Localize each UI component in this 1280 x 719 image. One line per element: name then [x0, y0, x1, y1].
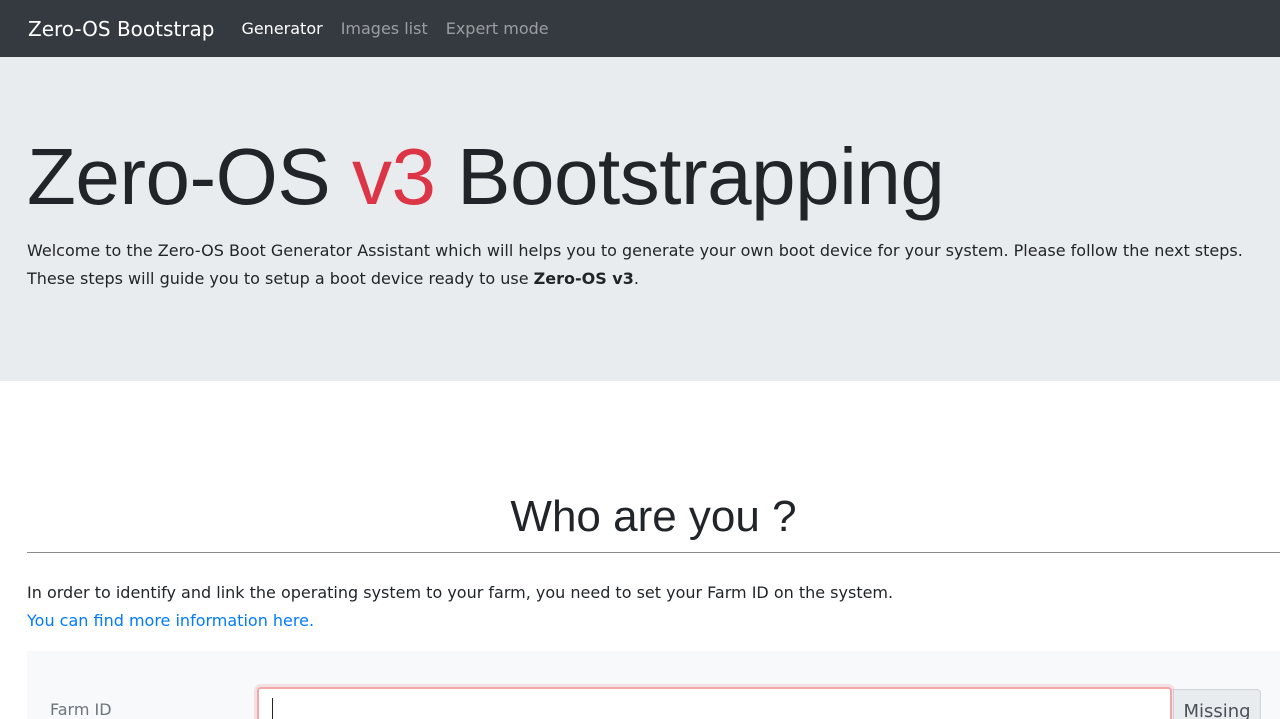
text-caret	[272, 698, 273, 719]
nav-link-generator[interactable]: Generator	[241, 19, 322, 38]
hero-jumbotron: Zero-OS v3 Bootstrapping Welcome to the …	[0, 57, 1280, 381]
title-suffix: Bootstrapping	[435, 132, 945, 221]
welcome-text-product: Zero-OS v3	[533, 269, 634, 288]
nav-link-images-list[interactable]: Images list	[341, 19, 428, 38]
more-info-link[interactable]: You can find more information here.	[27, 607, 1280, 635]
section-title: Who are you ?	[510, 492, 797, 541]
navbar-brand[interactable]: Zero-OS Bootstrap	[28, 17, 214, 41]
farm-id-input[interactable]	[257, 687, 1172, 719]
welcome-text: Welcome to the Zero-OS Boot Generator As…	[27, 237, 1253, 293]
who-are-you-section: Who are you ? In order to identify and l…	[0, 489, 1280, 719]
welcome-text-end: .	[633, 269, 639, 288]
farm-id-label: Farm ID	[50, 700, 112, 719]
page-title: Zero-OS v3 Bootstrapping	[27, 137, 1253, 217]
farm-id-form: Farm ID Missing	[27, 651, 1280, 719]
top-navbar: Zero-OS Bootstrap Generator Images list …	[0, 0, 1280, 57]
section-description: In order to identify and link the operat…	[27, 583, 894, 602]
title-prefix: Zero-OS	[27, 132, 352, 221]
nav-link-expert-mode[interactable]: Expert mode	[446, 19, 549, 38]
farm-id-status-badge: Missing	[1173, 689, 1261, 719]
title-version: v3	[351, 132, 436, 221]
section-divider	[27, 552, 1280, 553]
